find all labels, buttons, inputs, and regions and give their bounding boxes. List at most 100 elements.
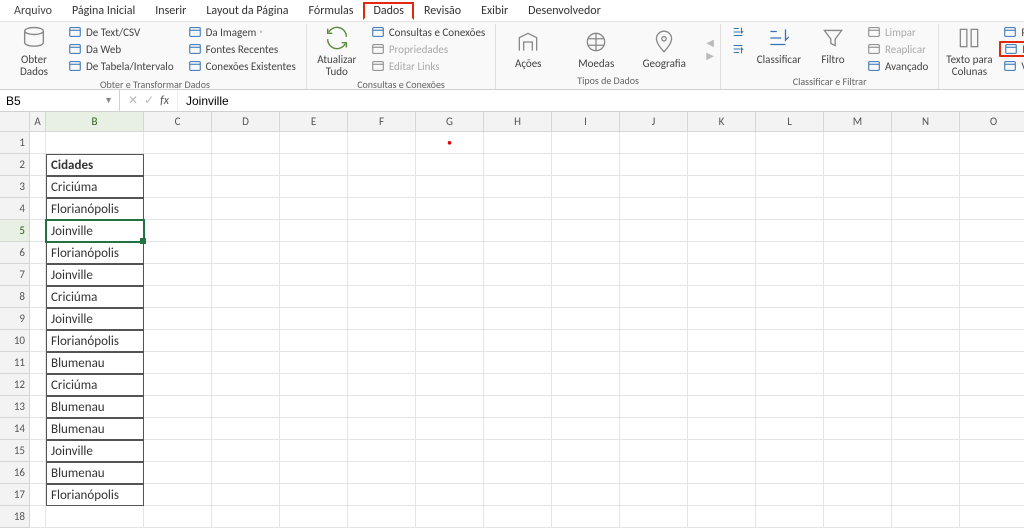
menu-tab-página-inicial[interactable]: Página Inicial — [62, 2, 145, 20]
cell[interactable] — [144, 220, 212, 242]
cell[interactable] — [30, 396, 46, 418]
cell[interactable] — [552, 132, 620, 154]
cell[interactable]: Joinville — [46, 308, 144, 330]
cell[interactable] — [212, 484, 280, 506]
cell[interactable] — [552, 154, 620, 176]
cell[interactable] — [892, 198, 960, 220]
cell[interactable]: Blumenau — [46, 462, 144, 484]
cell[interactable] — [30, 264, 46, 286]
cell[interactable] — [688, 462, 756, 484]
cell[interactable] — [30, 286, 46, 308]
cell[interactable] — [620, 462, 688, 484]
cell[interactable] — [892, 330, 960, 352]
cell[interactable] — [688, 308, 756, 330]
cell[interactable] — [212, 286, 280, 308]
cell[interactable] — [960, 308, 1024, 330]
cell[interactable] — [756, 132, 824, 154]
cell[interactable] — [620, 396, 688, 418]
cell[interactable] — [824, 462, 892, 484]
cell[interactable] — [688, 132, 756, 154]
cell[interactable] — [892, 308, 960, 330]
row-header-2[interactable]: 2 — [0, 154, 30, 176]
cell[interactable] — [960, 462, 1024, 484]
cell[interactable] — [212, 330, 280, 352]
cell[interactable] — [620, 154, 688, 176]
cell[interactable] — [212, 264, 280, 286]
cell[interactable] — [960, 440, 1024, 462]
cell[interactable] — [892, 352, 960, 374]
cell[interactable] — [416, 220, 484, 242]
cell[interactable] — [756, 374, 824, 396]
fx-icon[interactable]: fx — [160, 94, 169, 108]
cell[interactable] — [348, 154, 416, 176]
da-imagem-button[interactable]: Da Imagem ˅ — [184, 24, 300, 40]
cell[interactable] — [552, 264, 620, 286]
cell[interactable] — [212, 462, 280, 484]
cell[interactable] — [144, 154, 212, 176]
cell[interactable] — [416, 374, 484, 396]
cell[interactable] — [348, 440, 416, 462]
name-box[interactable]: ▼ — [0, 90, 120, 111]
cell[interactable] — [280, 264, 348, 286]
row-header-3[interactable]: 3 — [0, 176, 30, 198]
col-header-J[interactable]: J — [620, 112, 688, 132]
cell[interactable] — [484, 396, 552, 418]
cell[interactable] — [280, 198, 348, 220]
cell[interactable] — [30, 220, 46, 242]
cell[interactable] — [892, 462, 960, 484]
row-header-14[interactable]: 14 — [0, 418, 30, 440]
propriedades-button[interactable]: Propriedades — [367, 41, 489, 57]
row-header-7[interactable]: 7 — [0, 264, 30, 286]
cell[interactable] — [552, 462, 620, 484]
cell[interactable] — [620, 440, 688, 462]
cell[interactable] — [960, 154, 1024, 176]
cell[interactable] — [824, 308, 892, 330]
cell[interactable] — [30, 242, 46, 264]
cell[interactable] — [688, 418, 756, 440]
cell[interactable] — [892, 396, 960, 418]
cell[interactable] — [348, 374, 416, 396]
cell[interactable] — [824, 220, 892, 242]
cell[interactable]: Florianópolis — [46, 242, 144, 264]
cell[interactable] — [756, 286, 824, 308]
cell[interactable] — [960, 352, 1024, 374]
cell[interactable] — [552, 352, 620, 374]
cell[interactable] — [824, 198, 892, 220]
cell[interactable] — [280, 308, 348, 330]
cell[interactable] — [688, 154, 756, 176]
cell[interactable] — [30, 198, 46, 220]
menu-tab-exibir[interactable]: Exibir — [471, 2, 518, 20]
cell[interactable] — [212, 308, 280, 330]
col-header-O[interactable]: O — [960, 112, 1024, 132]
cell[interactable] — [824, 154, 892, 176]
cell[interactable] — [30, 330, 46, 352]
cell[interactable] — [212, 352, 280, 374]
cell[interactable] — [960, 176, 1024, 198]
cell[interactable] — [484, 176, 552, 198]
cell[interactable] — [960, 396, 1024, 418]
cell[interactable] — [892, 286, 960, 308]
col-header-I[interactable]: I — [552, 112, 620, 132]
cell[interactable] — [484, 352, 552, 374]
cell[interactable] — [688, 440, 756, 462]
cell[interactable] — [484, 484, 552, 506]
cell[interactable] — [484, 418, 552, 440]
cell[interactable] — [144, 462, 212, 484]
cell[interactable] — [484, 154, 552, 176]
menu-tab-inserir[interactable]: Inserir — [145, 2, 196, 20]
cell[interactable] — [416, 176, 484, 198]
cell[interactable] — [144, 374, 212, 396]
cell[interactable]: Florianópolis — [46, 330, 144, 352]
cell[interactable] — [144, 132, 212, 154]
fontes-recentes-button[interactable]: Fontes Recentes — [184, 41, 300, 57]
cell[interactable]: Blumenau — [46, 418, 144, 440]
row-header-18[interactable]: 18 — [0, 506, 30, 528]
col-header-G[interactable]: G — [416, 112, 484, 132]
cell[interactable] — [756, 264, 824, 286]
row-header-10[interactable]: 10 — [0, 330, 30, 352]
row-header-5[interactable]: 5 — [0, 220, 30, 242]
cell[interactable]: Cidades — [46, 154, 144, 176]
cell[interactable] — [348, 176, 416, 198]
cell[interactable] — [960, 242, 1024, 264]
cell[interactable] — [348, 286, 416, 308]
